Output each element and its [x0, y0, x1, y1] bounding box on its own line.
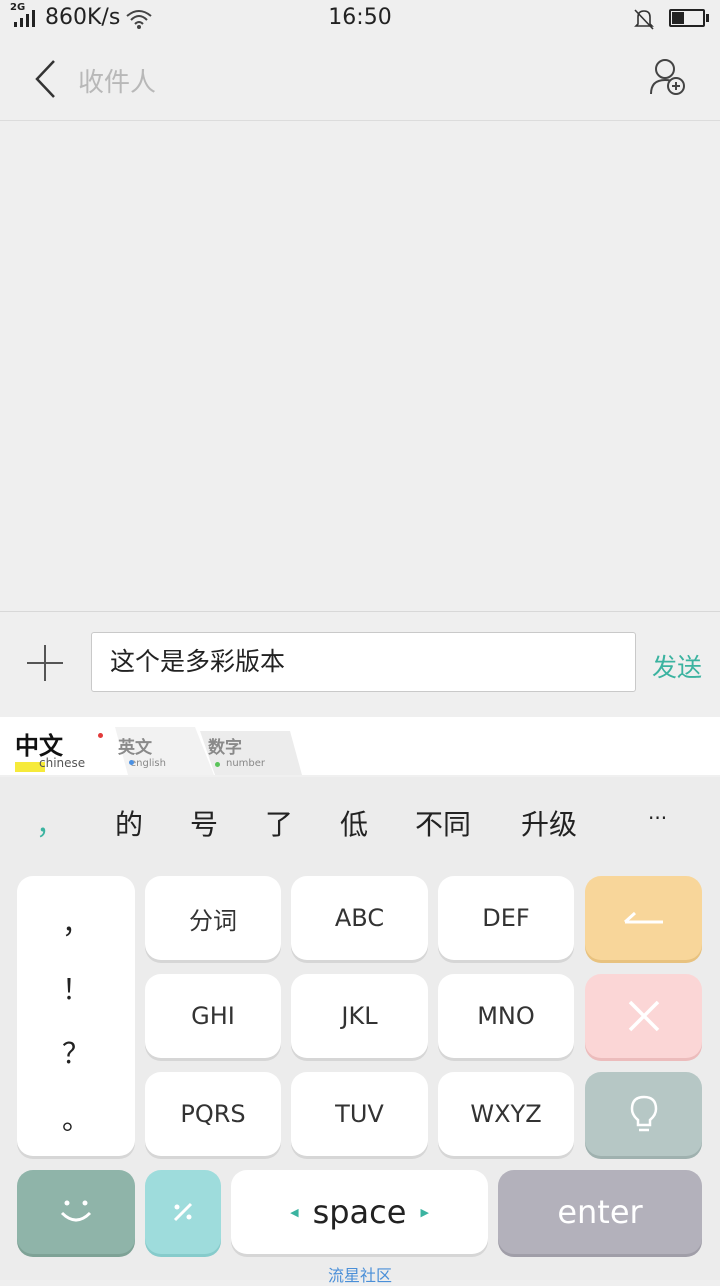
- space-key[interactable]: ◀ space ▶: [231, 1170, 488, 1254]
- key-wxyz[interactable]: WXYZ: [438, 1072, 574, 1156]
- candidate-item[interactable]: 号: [190, 803, 218, 843]
- keyboard-mode-tabs: 中文 chinese 英文 english 数字 number: [0, 717, 720, 777]
- battery-tip: [706, 14, 709, 22]
- message-input[interactable]: 这个是多彩版本: [91, 632, 636, 692]
- emoji-key[interactable]: [17, 1170, 135, 1254]
- message-area: [0, 121, 720, 611]
- backspace-key[interactable]: [585, 876, 702, 960]
- status-bar: 2G 860K/s 16:50: [0, 0, 720, 38]
- key-abc[interactable]: ABC: [291, 876, 428, 960]
- tab-english-label: 英文: [118, 738, 152, 758]
- footer-watermark: 流星社区: [327, 1266, 392, 1285]
- key-tuv[interactable]: TUV: [291, 1072, 428, 1156]
- candidate-item[interactable]: ，: [36, 803, 64, 843]
- close-icon: [628, 1000, 659, 1032]
- clock: 16:50: [328, 5, 392, 30]
- symbols-key[interactable]: [145, 1170, 221, 1254]
- candidate-item[interactable]: 低: [340, 803, 368, 843]
- key-def[interactable]: DEF: [438, 876, 574, 960]
- key-pqrs[interactable]: PQRS: [145, 1072, 281, 1156]
- percent-icon: [173, 1202, 193, 1222]
- more-candidates-button[interactable]: ···: [648, 806, 667, 830]
- tab-number-sub: number: [226, 758, 266, 769]
- candidate-item[interactable]: 不同: [415, 803, 471, 843]
- tab-chinese[interactable]: 中文 chinese: [15, 733, 85, 770]
- caret-left-icon: ◀: [290, 1205, 299, 1219]
- recipient-input[interactable]: 收件人: [78, 62, 156, 99]
- tab-background: [0, 717, 720, 777]
- candidate-item[interactable]: 升级: [521, 803, 577, 843]
- compose-bar: 这个是多彩版本 发送: [0, 611, 720, 718]
- enter-key[interactable]: enter: [498, 1170, 702, 1254]
- symbol-column: ， ！ ？ 。: [17, 876, 135, 1156]
- symbol-key[interactable]: ！: [17, 968, 135, 1008]
- tab-number-label: 数字: [208, 738, 242, 758]
- key-fenci[interactable]: 分词: [145, 876, 281, 960]
- key-jkl[interactable]: JKL: [291, 974, 428, 1058]
- space-label: space: [312, 1193, 407, 1231]
- idea-key[interactable]: [585, 1072, 702, 1156]
- number-dot: [215, 762, 220, 767]
- tab-chinese-sub: chinese: [39, 756, 86, 770]
- key-ghi[interactable]: GHI: [145, 974, 281, 1058]
- lightbulb-icon: [630, 1095, 657, 1132]
- symbol-key[interactable]: ？: [17, 1032, 135, 1072]
- caret-right-icon: ▶: [420, 1205, 429, 1219]
- mute-bell-icon: [634, 9, 654, 30]
- tab-english[interactable]: 英文 english: [118, 739, 166, 769]
- key-mno[interactable]: MNO: [438, 974, 574, 1058]
- add-contact-icon[interactable]: [648, 56, 688, 98]
- symbol-key[interactable]: 。: [17, 1098, 135, 1138]
- candidate-item[interactable]: 的: [115, 803, 143, 843]
- smile-icon: [60, 1200, 92, 1222]
- battery-icon: [669, 9, 705, 27]
- backspace-icon: [623, 911, 663, 924]
- tab-english-sub: english: [130, 758, 166, 769]
- active-dot: [98, 733, 103, 738]
- clear-key[interactable]: [585, 974, 702, 1058]
- back-arrow-icon[interactable]: [32, 58, 58, 100]
- symbol-key[interactable]: ，: [17, 902, 135, 942]
- header: 收件人: [0, 38, 720, 121]
- candidate-item[interactable]: 了: [265, 803, 293, 843]
- send-button[interactable]: 发送: [652, 648, 702, 684]
- english-dot: [129, 760, 134, 765]
- plus-icon[interactable]: [26, 644, 64, 682]
